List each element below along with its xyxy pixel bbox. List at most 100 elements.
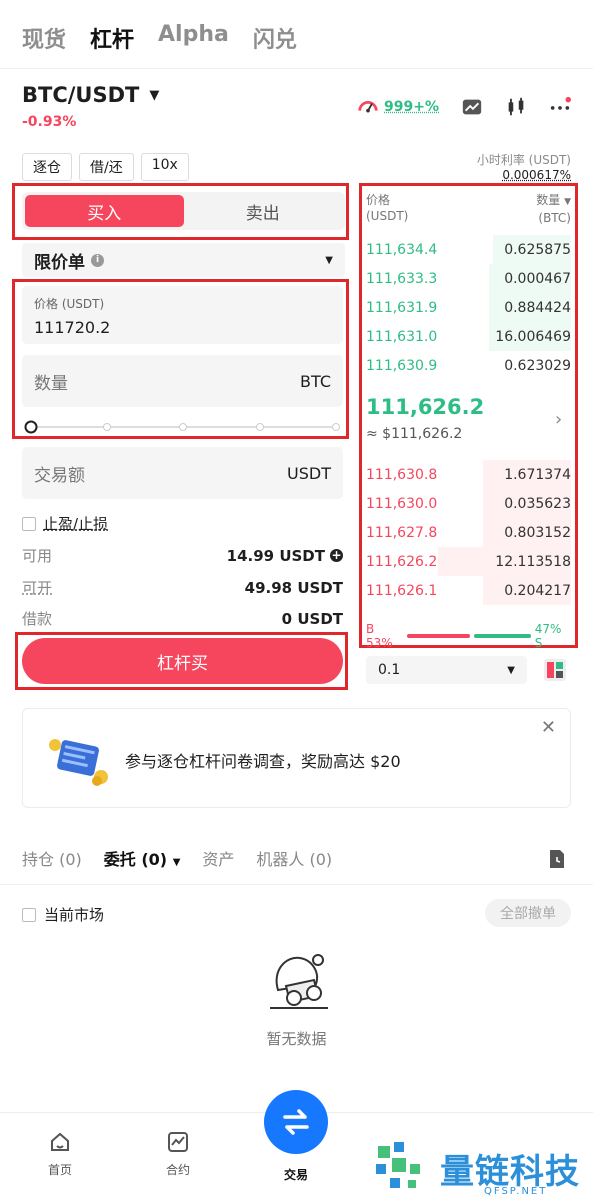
info-icon[interactable]: i: [91, 253, 104, 267]
max-open-value: 49.98 USDT: [244, 578, 343, 597]
hourly-rate-label: 小时利率 (USDT): [476, 153, 571, 167]
leverage-chip[interactable]: 10x: [140, 153, 189, 181]
caret-down-icon: ▼: [172, 857, 181, 868]
buy-ratio-label: B 53%: [366, 622, 393, 650]
ob-qty-header-toggle[interactable]: 数量 ▼ (BTC): [536, 192, 571, 226]
orderbook-row[interactable]: 111,631.0 16.006469: [366, 322, 571, 351]
quantity-placeholder: 数量: [34, 373, 68, 394]
orderbook-row[interactable]: 111,630.0 0.035623: [366, 489, 571, 518]
orderbook-row[interactable]: 111,626.1 0.204217: [366, 576, 571, 605]
tab-open-orders[interactable]: 委托 (0) ▼: [104, 846, 181, 870]
orderbook-row[interactable]: 111,626.2 12.113518: [366, 547, 571, 576]
orderbook-qty: 0.035623: [504, 495, 571, 512]
pair-selector[interactable]: BTC/USDT ▼: [22, 83, 159, 107]
orderbook-row[interactable]: 111,630.8 1.671374: [366, 460, 571, 489]
orderbook-price: 111,627.8: [366, 524, 438, 541]
candlestick-icon[interactable]: [505, 96, 527, 118]
last-price-fiat: ≈ $111,626.2: [366, 426, 463, 442]
dropdown-arrow-icon: ▼: [507, 664, 515, 676]
amount-field[interactable]: 交易额 USDT: [22, 447, 343, 499]
current-market-checkbox[interactable]: [22, 907, 36, 922]
orderbook-price: 111,630.9: [366, 357, 438, 374]
isolated-mode-chip[interactable]: 逐仓: [22, 153, 72, 181]
survey-illustration-icon: [49, 739, 108, 786]
tab-open-orders-label: 委托 (0): [103, 850, 168, 869]
close-icon[interactable]: ✕: [541, 717, 556, 738]
tpsl-label: 止盈/止损: [43, 515, 109, 533]
orders-tabs: 持仓 (0) 委托 (0) ▼ 资产 机器人 (0): [22, 846, 332, 870]
sell-tab[interactable]: 卖出: [184, 195, 343, 227]
orderbook-qty: 0.884424: [504, 299, 571, 316]
survey-banner[interactable]: 参与逐仓杠杆问卷调查，奖励高达 $20 ✕: [22, 708, 571, 808]
orderbook-price: 111,626.1: [366, 582, 438, 599]
tab-assets[interactable]: 资产: [202, 846, 234, 870]
tab-alpha[interactable]: Alpha: [158, 22, 229, 54]
current-market-label: 当前市场: [44, 906, 105, 924]
nav-home[interactable]: 首页: [30, 1131, 90, 1178]
ob-qty-unit: (BTC): [538, 211, 571, 225]
tab-bots[interactable]: 机器人 (0): [256, 846, 332, 870]
orderbook-price: 111,634.4: [366, 241, 438, 258]
nav-futures[interactable]: 合约: [148, 1131, 208, 1178]
order-type-select[interactable]: 限价单 i ▼: [22, 243, 345, 277]
orderbook-qty: 0.623029: [504, 357, 571, 374]
ob-price-header: 价格: [366, 193, 391, 207]
chevron-right-icon[interactable]: ›: [555, 409, 562, 430]
depth-value: 0.1: [378, 662, 401, 678]
pair-change: -0.93%: [22, 114, 77, 130]
orderbook-row[interactable]: 111,631.9 0.884424: [366, 293, 571, 322]
margin-mode-chips: 逐仓 借/还 10x: [22, 153, 189, 181]
quantity-slider[interactable]: [24, 420, 342, 434]
order-type-value: 限价单: [34, 252, 85, 273]
max-open-row: 可开 49.98 USDT: [22, 577, 343, 598]
tab-convert[interactable]: 闪兑: [253, 22, 297, 54]
current-market-filter[interactable]: 当前市场: [22, 904, 104, 925]
orderbook-price: 111,630.8: [366, 466, 438, 483]
quantity-field[interactable]: 数量 BTC: [22, 355, 343, 407]
dropdown-arrow-icon: ▼: [325, 254, 333, 266]
sell-ratio-bar: [474, 634, 531, 638]
buy-tab[interactable]: 买入: [25, 195, 184, 227]
sell-ratio-label: 47% S: [534, 622, 562, 650]
nav-trade-button[interactable]: [264, 1090, 328, 1154]
watermark-subtext: QFSP.NET: [484, 1186, 548, 1197]
orderbook-price: 111,630.0: [366, 495, 438, 512]
market-tabs: 现货 杠杆 Alpha 闪兑: [22, 22, 297, 54]
depth-precision-select[interactable]: 0.1 ▼: [366, 656, 527, 684]
cancel-all-button[interactable]: 全部撤单: [485, 899, 571, 927]
orderbook-row[interactable]: 111,630.9 0.623029: [366, 351, 571, 380]
quantity-unit: BTC: [300, 371, 331, 391]
orderbook-layout-icon[interactable]: [543, 658, 567, 682]
buy-ratio-bar: [406, 634, 471, 638]
borrowed-label: 借款: [22, 610, 53, 628]
order-history-icon[interactable]: [546, 848, 568, 870]
available-label: 可用: [22, 547, 53, 565]
tpsl-toggle[interactable]: 止盈/止损: [22, 513, 108, 534]
available-value: 14.99 USDT: [226, 546, 325, 565]
more-icon[interactable]: [549, 96, 571, 118]
orderbook-row[interactable]: 111,627.8 0.803152: [366, 518, 571, 547]
borrow-repay-chip[interactable]: 借/还: [79, 153, 134, 181]
nav-home-label: 首页: [47, 1163, 72, 1177]
last-price[interactable]: 111,626.2: [366, 395, 484, 419]
tpsl-checkbox[interactable]: [22, 516, 36, 531]
ob-price-unit: (USDT): [366, 209, 409, 223]
tab-margin[interactable]: 杠杆: [90, 22, 134, 54]
sentiment-score[interactable]: 999+%: [357, 96, 439, 118]
tab-positions[interactable]: 持仓 (0): [22, 846, 82, 870]
margin-buy-button[interactable]: 杠杆买: [22, 638, 343, 684]
available-row: 可用 14.99 USDT +: [22, 545, 343, 566]
price-input[interactable]: 111720.2: [34, 318, 331, 337]
empty-state-binoculars-icon: [270, 954, 328, 1009]
swap-arrows-icon: [283, 1109, 309, 1135]
nav-trade-label: 交易: [283, 1168, 308, 1182]
tab-spot[interactable]: 现货: [22, 22, 66, 54]
chart-toggle-icon[interactable]: [461, 96, 483, 118]
orderbook-row[interactable]: 111,633.3 0.000467: [366, 264, 571, 293]
orderbook-qty: 0.000467: [504, 270, 571, 287]
amount-placeholder: 交易额: [34, 465, 85, 486]
orderbook-row[interactable]: 111,634.4 0.625875: [366, 235, 571, 264]
watermark-logo: 量链科技 QFSP.NET: [374, 1140, 580, 1197]
add-funds-icon[interactable]: +: [330, 549, 343, 562]
price-field[interactable]: 价格 (USDT) 111720.2: [22, 286, 343, 344]
